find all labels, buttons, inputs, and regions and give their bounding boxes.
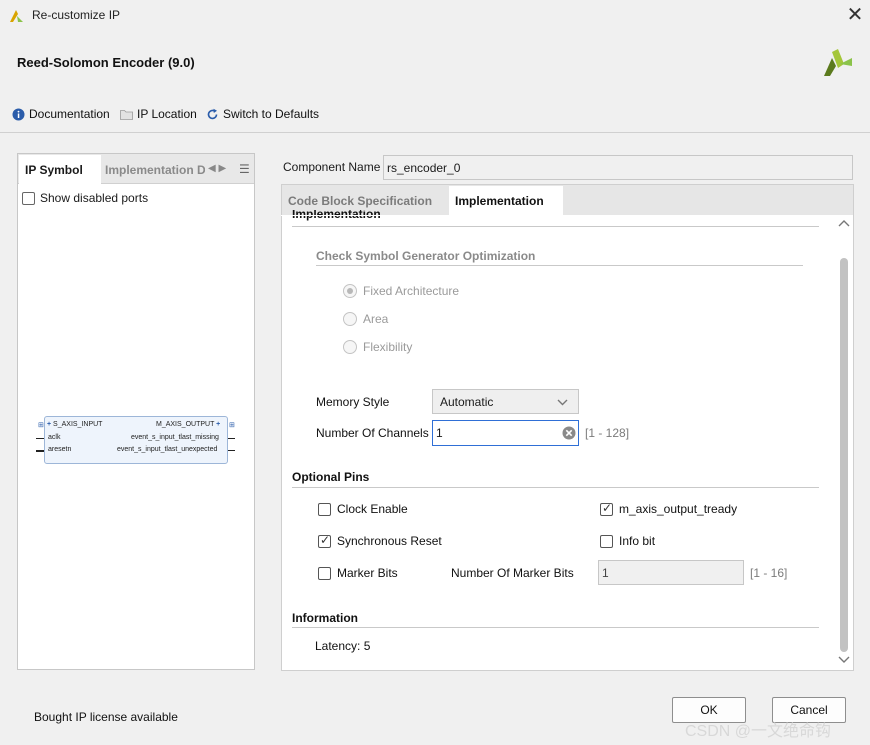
license-status: Bought IP license available [34,710,178,724]
channels-input[interactable]: 1 [432,420,579,446]
window-title: Re-customize IP [32,8,121,22]
bus-port-icon: ⊞ [229,422,235,429]
port-event-tlast-unexpected: event_s_input_tlast_unexpected [117,446,218,453]
synchronous-reset-checkbox[interactable]: Synchronous Reset [318,533,442,548]
port-aresetn: aresetn [48,446,72,453]
marker-bits-checkbox[interactable]: Marker Bits [318,566,398,580]
m-axis-output-tready-checkbox[interactable]: m_axis_output_tready [600,501,738,516]
synchronous-reset-label: Synchronous Reset [337,534,442,548]
port-event-tlast-missing: event_s_input_tlast_missing [131,434,219,441]
tab-scroll-arrows-icon[interactable]: ◀ ▶ [208,163,226,174]
chevron-down-icon [557,399,568,406]
marker-bits-count-input[interactable]: 1 [598,560,744,585]
tab-menu-icon[interactable]: ☰ [239,162,250,176]
checkbox-checked-icon[interactable] [600,501,613,516]
section-divider [292,627,819,628]
subsection-divider [316,265,803,266]
radio-area[interactable]: Area [343,312,388,326]
radio-label: Area [363,312,389,326]
optional-pins-title: Optional Pins [292,470,370,484]
m-axis-output-tready-label: m_axis_output_tready [619,502,738,516]
memory-style-select[interactable]: Automatic [432,389,579,414]
scroll-up-icon[interactable] [838,219,850,227]
tab-implementation[interactable]: Implementation [449,186,563,216]
channels-label: Number Of Channels [316,426,429,440]
radio-label: Flexibility [363,340,413,354]
radio-button[interactable] [343,340,357,354]
clock-enable-checkbox[interactable]: Clock Enable [318,502,408,516]
memory-style-value: Automatic [440,395,494,409]
marker-bits-label: Marker Bits [337,566,398,580]
implementation-section-title: Implementation [292,210,381,221]
refresh-icon [207,108,218,119]
ip-location-button[interactable]: IP Location [120,106,197,122]
port-line [36,438,44,439]
section-divider [292,226,819,227]
section-divider [292,487,819,488]
clock-enable-label: Clock Enable [337,502,408,516]
switch-defaults-label: Switch to Defaults [223,107,320,121]
bus-port-icon: ⊞ [38,422,44,429]
latency-text: Latency: 5 [315,639,371,653]
watermark: CSDN @一文绝命钩 [685,723,832,740]
show-disabled-ports-checkbox[interactable]: Show disabled ports [22,191,148,205]
component-name-input[interactable]: rs_encoder_0 [383,155,853,180]
title-bar [0,0,870,32]
ip-symbol-panel [17,153,255,670]
radio-flexibility[interactable]: Flexibility [343,340,412,354]
tab-code-block-specification[interactable]: Code Block Specification [288,194,432,208]
toolbar-divider [0,132,870,133]
folder-icon [120,109,133,120]
close-icon[interactable]: ✕ [842,2,868,28]
show-disabled-ports-label: Show disabled ports [40,191,149,205]
checkbox-checked-icon[interactable] [318,533,331,548]
port-line [228,450,235,451]
info-bit-checkbox[interactable]: Info bit [600,534,655,548]
switch-to-defaults-button[interactable]: Switch to Defaults [206,106,319,122]
ip-title: Reed-Solomon Encoder (9.0) [17,55,195,70]
checkbox-box[interactable] [318,502,331,516]
channels-range: [1 - 128] [585,426,630,440]
radio-button[interactable] [343,284,357,298]
radio-fixed-architecture[interactable]: Fixed Architecture [343,284,459,298]
marker-bits-range: [1 - 16] [750,566,788,580]
port-aclk: aclk [48,434,61,441]
checkbox-box[interactable] [318,566,331,580]
radio-button[interactable] [343,312,357,326]
ip-location-label: IP Location [137,107,197,121]
clear-input-icon[interactable] [562,426,576,440]
vivado-brand-icon [824,49,852,76]
info-icon [12,108,25,120]
marker-bits-count-label: Number Of Marker Bits [451,566,574,580]
channels-value: 1 [436,426,443,440]
radio-label: Fixed Architecture [363,284,460,298]
port-s-axis-input: + S_AXIS_INPUT [47,421,103,428]
documentation-label: Documentation [29,107,110,121]
clip-edge [281,215,837,216]
checkbox-box[interactable] [22,191,35,205]
port-m-axis-output: M_AXIS_OUTPUT + [156,421,221,428]
memory-style-label: Memory Style [316,395,390,409]
port-line [36,450,44,452]
information-title: Information [292,611,358,625]
tab-ip-symbol[interactable]: IP Symbol [19,155,101,184]
port-line [228,438,235,439]
scroll-down-icon[interactable] [838,656,850,664]
info-bit-label: Info bit [619,534,656,548]
checkbox-box[interactable] [600,534,613,548]
scrollbar-thumb[interactable] [840,258,848,652]
check-symbol-title: Check Symbol Generator Optimization [316,249,536,263]
vivado-logo-icon [10,10,23,22]
documentation-button[interactable]: Documentation [12,106,110,122]
tab-implementation-details[interactable]: Implementation D [105,163,205,177]
component-name-label: Component Name [283,160,381,174]
